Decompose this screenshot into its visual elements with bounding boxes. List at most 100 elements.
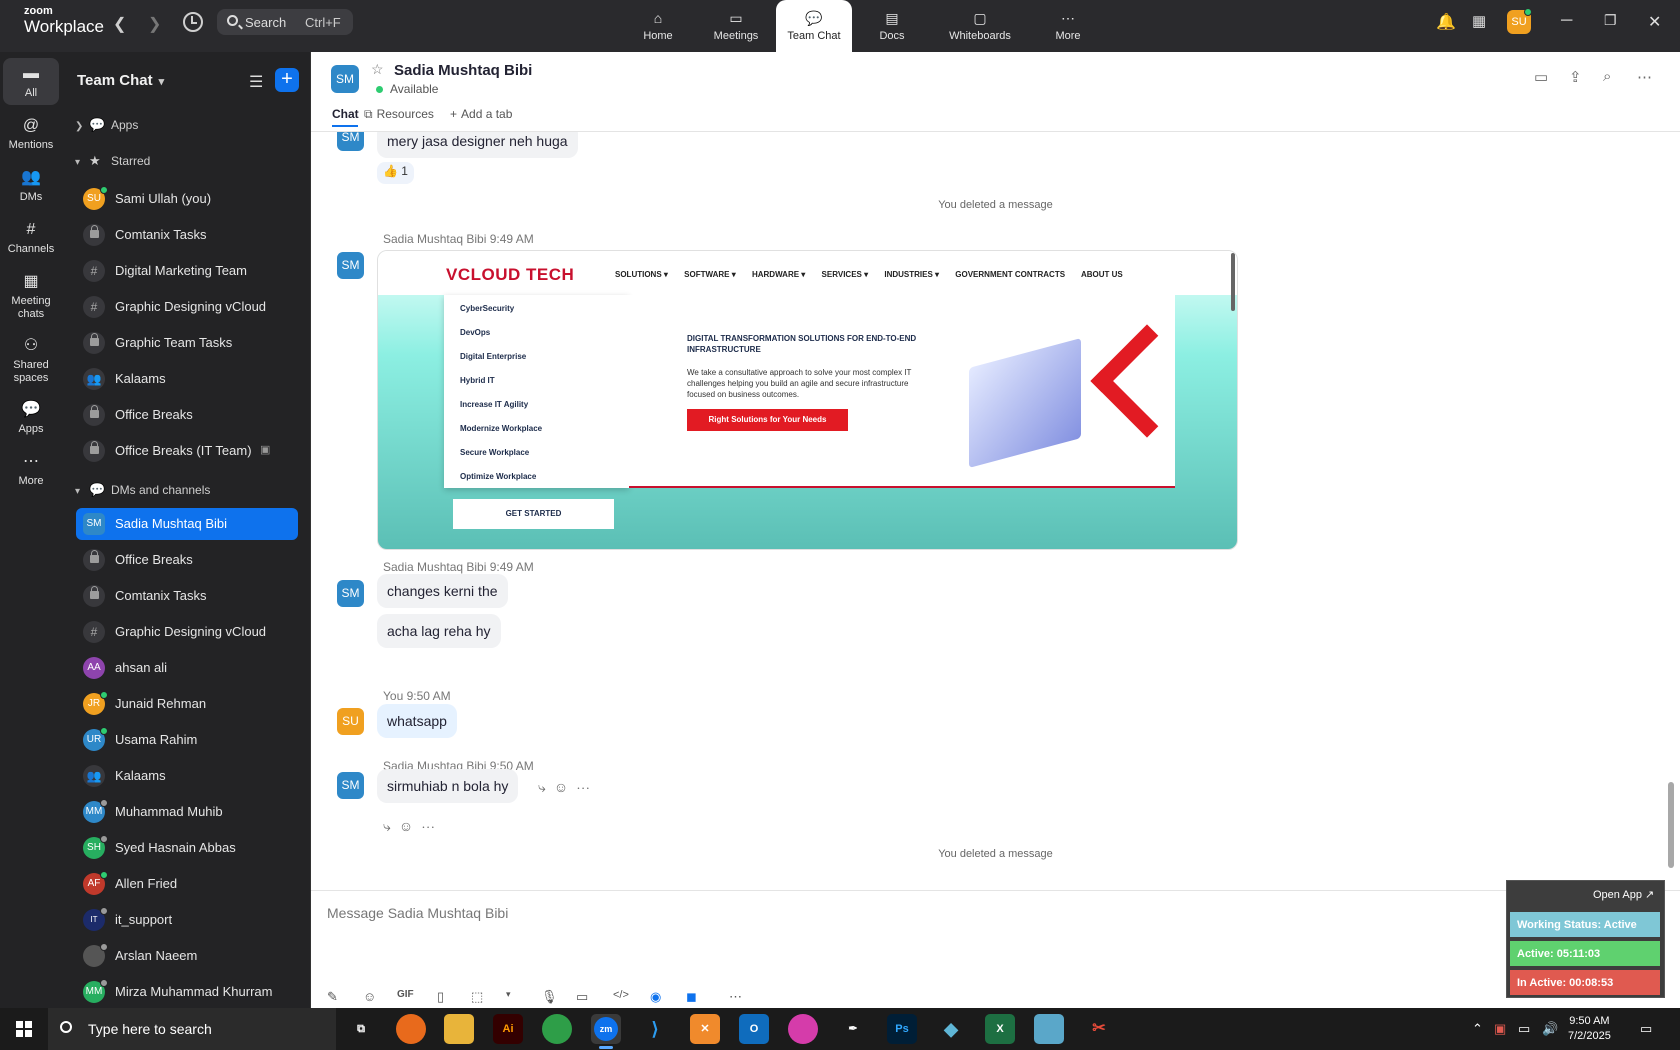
rail-item-apps[interactable]: 💬 Apps [3,400,59,435]
chrome-icon[interactable] [542,1014,572,1044]
snipping-tool-icon[interactable]: ✂ [1084,1014,1114,1044]
system-clock[interactable]: 9:50 AM 7/2/2025 [1568,1014,1611,1044]
app-icon[interactable]: ◉ [650,989,661,1005]
shared-image[interactable]: VCLOUD TECH SOLUTIONS ▾ SOFTWARE ▾ HARDW… [377,250,1238,550]
app-diamond-icon[interactable]: ◆ [936,1014,966,1044]
search-icon[interactable]: ⌕ [1603,68,1611,85]
sidebar-item-comtanix-tasks[interactable]: Comtanix Tasks [76,219,298,251]
task-view-icon[interactable]: ⧉ [346,1014,376,1044]
tab-meetings[interactable]: ▭ Meetings [698,0,774,50]
reply-icon[interactable]: ⤷ [538,779,554,795]
tab-team-chat[interactable]: 💬 Team Chat [776,0,852,52]
sidebar-item-graphic-team-tasks[interactable]: Graphic Team Tasks [76,327,298,359]
minimize-window-icon[interactable]: ─ [1561,12,1572,30]
notifications-icon[interactable]: ▭ [1640,1021,1652,1037]
sidebar-item-allen-fried[interactable]: AF Allen Fried [76,868,298,900]
xampp-icon[interactable]: ✕ [690,1014,720,1044]
new-chat-button[interactable]: + [275,68,299,92]
sidebar-item-mirza-khurram[interactable]: MM Mirza Muhammad Khurram [76,976,298,1008]
network-icon[interactable]: ▭ [1518,1021,1530,1037]
emoji-icon[interactable]: ☺ [554,779,576,795]
message-bubble[interactable]: whatsapp [377,704,457,738]
rail-item-meeting-chats[interactable]: ▦ Meeting chats [3,272,59,321]
zoom-taskbar-icon[interactable]: zm [591,1014,621,1049]
sidebar-item-digital-marketing[interactable]: # Digital Marketing Team [76,255,298,287]
section-dms-channels[interactable]: ▾ 💬 DMs and channels [75,482,210,498]
pen-tool-icon[interactable]: ✒ [838,1014,868,1044]
sidebar-item-comtanix-tasks-2[interactable]: Comtanix Tasks [76,580,298,612]
section-apps[interactable]: ❯ 💬 Apps [75,117,138,133]
rail-item-all[interactable]: ▬ All [3,58,59,105]
calendar-icon[interactable]: ▦ [1472,12,1486,30]
file-icon[interactable]: ▯ [437,989,444,1005]
tab-chat[interactable]: Chat [332,107,359,127]
illustrator-icon[interactable]: Ai [493,1014,523,1044]
message-bubble[interactable]: sirmuhiab n bola hy [377,769,519,803]
tab-home[interactable]: ⌂ Home [620,0,696,50]
section-starred[interactable]: ▾ ★ Starred [75,153,150,169]
open-app-link[interactable]: Open App ↗ [1593,888,1654,901]
sidebar-item-sadia-mushtaq[interactable]: SM Sadia Mushtaq Bibi [76,508,298,540]
rail-item-channels[interactable]: # Channels [3,220,59,255]
video-message-icon[interactable]: ▭ [576,989,588,1005]
whiteboard-app-icon[interactable]: ◼ [686,989,697,1005]
tab-docs[interactable]: ▤ Docs [854,0,930,50]
history-icon[interactable] [183,12,203,32]
sidebar-item-office-breaks-it[interactable]: Office Breaks (IT Team) ▣ [76,435,298,467]
contact-name[interactable]: Sadia Mushtaq Bibi [394,62,532,79]
gif-icon[interactable]: GIF [397,989,414,1000]
screenshot-icon[interactable]: ⬚ [471,989,483,1005]
sidebar-item-syed-hasnain[interactable]: SH Syed Hasnain Abbas [76,832,298,864]
star-icon[interactable]: ☆ [371,61,384,78]
message-input[interactable]: Message Sadia Mushtaq Bibi [327,905,508,921]
sidebar-title[interactable]: Team Chat ▾ [77,72,164,89]
rail-item-shared-spaces[interactable]: ⚇ Shared spaces [3,336,59,385]
rail-item-more[interactable]: ⋯ More [3,452,59,487]
emoji-icon[interactable]: ☺ [363,989,376,1004]
code-icon[interactable]: </> [613,989,629,1001]
excel-icon[interactable]: X [985,1014,1015,1044]
taskbar-search[interactable]: Type here to search [48,1008,336,1050]
share-screen-icon[interactable]: ⇪ [1569,68,1582,86]
more-dots-icon[interactable]: ⋯ [729,989,742,1005]
microphone-icon[interactable]: 🎙 [541,989,558,1005]
file-explorer-icon[interactable] [444,1014,474,1044]
sidebar-item-usama-rahim[interactable]: UR Usama Rahim [76,724,298,756]
add-tab-button[interactable]: + Add a tab [450,107,512,121]
tab-more[interactable]: ⋯ More [1030,0,1106,50]
sidebar-item-arslan-naeem[interactable]: Arslan Naeem [76,940,298,972]
video-call-icon[interactable]: ▭ [1534,68,1548,86]
creative-cloud-icon[interactable] [788,1014,818,1044]
sidebar-item-graphic-designing-2[interactable]: # Graphic Designing vCloud [76,616,298,648]
sidebar-item-office-breaks[interactable]: Office Breaks [76,399,298,431]
message-list[interactable]: SM mery jasa designer neh huga 👍 1 You d… [311,132,1680,890]
forward-arrow-icon[interactable]: ❯ [148,14,161,34]
sidebar-item-it-support[interactable]: IT it_support [76,904,298,936]
emoji-icon[interactable]: ☺ [399,818,421,834]
contact-avatar[interactable]: SM [331,65,359,93]
sidebar-item-kalaams[interactable]: 👥 Kalaams [76,363,298,395]
tab-resources[interactable]: ⧉ Resources [364,107,434,122]
photoshop-icon[interactable]: Ps [887,1014,917,1044]
reaction-badge[interactable]: 👍 1 [377,162,414,184]
sidebar-item-office-breaks-2[interactable]: Office Breaks [76,544,298,576]
sidebar-item-muhammad-muhib[interactable]: MM Muhammad Muhib [76,796,298,828]
message-bubble[interactable]: changes kerni the [377,574,508,608]
message-bubble[interactable]: mery jasa designer neh huga [377,132,578,158]
windows-start-icon[interactable] [16,1021,32,1037]
sidebar-item-junaid-rehman[interactable]: JR Junaid Rehman [76,688,298,720]
sidebar-item-ahsan-ali[interactable]: AA ahsan ali [76,652,298,684]
more-dots-icon[interactable]: ⋯ [421,818,443,834]
chevron-down-icon[interactable]: ▾ [506,989,511,1000]
firefox-icon[interactable] [396,1014,426,1044]
filter-icon[interactable]: ☰ [249,72,263,92]
chat-scrollbar[interactable] [1668,782,1674,868]
volume-icon[interactable]: 🔊 [1542,1021,1558,1037]
vscode-icon[interactable]: ⟩ [640,1014,670,1044]
rail-item-mentions[interactable]: @ Mentions [3,116,59,151]
message-bubble[interactable]: acha lag reha hy [377,614,501,648]
search-box[interactable]: Search Ctrl+F [217,9,353,35]
outlook-icon[interactable]: O [739,1014,769,1044]
tray-app-icon[interactable]: ▣ [1494,1021,1506,1037]
close-window-icon[interactable]: ✕ [1648,12,1661,32]
